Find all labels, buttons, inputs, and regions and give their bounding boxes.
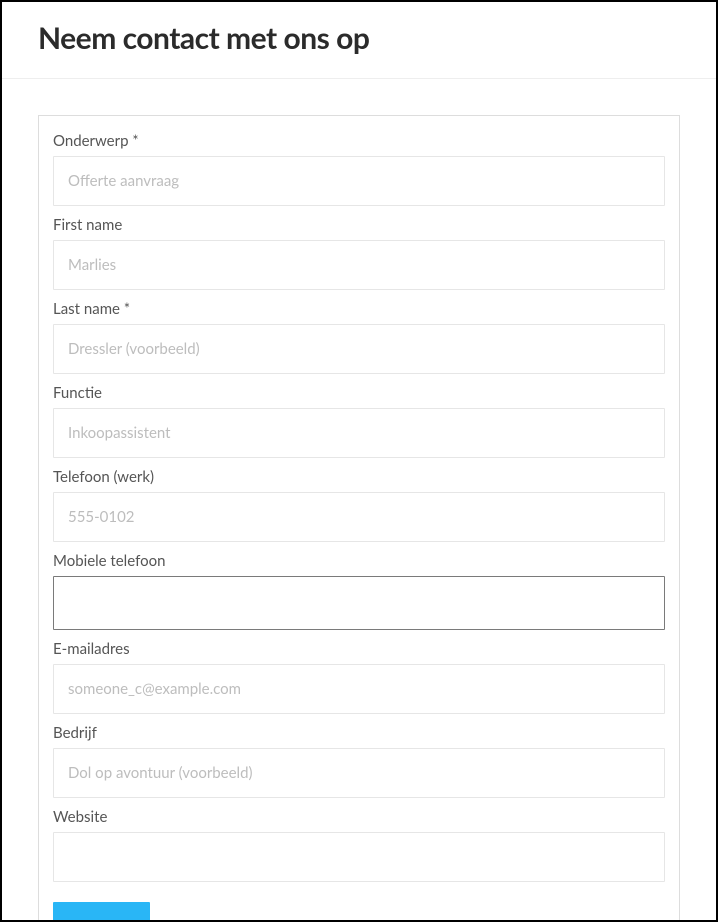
label-first-name: First name xyxy=(53,212,665,240)
submit-button[interactable]: Submit xyxy=(53,902,150,922)
page-title: Neem contact met ons op xyxy=(38,20,680,56)
input-email[interactable] xyxy=(53,664,665,714)
label-bedrijf: Bedrijf xyxy=(53,720,665,748)
form-group-telefoon-werk: Telefoon (werk) xyxy=(53,464,665,542)
label-last-name: Last name * xyxy=(53,296,665,324)
window-frame: Neem contact met ons op Onderwerp * Firs… xyxy=(0,0,718,922)
input-mobiele-telefoon[interactable] xyxy=(53,576,665,630)
page-header: Neem contact met ons op xyxy=(2,2,716,79)
label-mobiele-telefoon: Mobiele telefoon xyxy=(53,548,665,576)
input-last-name[interactable] xyxy=(53,324,665,374)
form-group-last-name: Last name * xyxy=(53,296,665,374)
label-email: E-mailadres xyxy=(53,636,665,664)
form-group-email: E-mailadres xyxy=(53,636,665,714)
contact-form: Onderwerp * First name Last name * Funct… xyxy=(38,115,680,922)
input-bedrijf[interactable] xyxy=(53,748,665,798)
form-group-mobiele-telefoon: Mobiele telefoon xyxy=(53,548,665,630)
input-first-name[interactable] xyxy=(53,240,665,290)
label-website: Website xyxy=(53,804,665,832)
form-group-website: Website xyxy=(53,804,665,882)
form-group-bedrijf: Bedrijf xyxy=(53,720,665,798)
label-onderwerp: Onderwerp * xyxy=(53,128,665,156)
form-group-first-name: First name xyxy=(53,212,665,290)
input-functie[interactable] xyxy=(53,408,665,458)
input-onderwerp[interactable] xyxy=(53,156,665,206)
input-telefoon-werk[interactable] xyxy=(53,492,665,542)
input-website[interactable] xyxy=(53,832,665,882)
form-group-functie: Functie xyxy=(53,380,665,458)
label-functie: Functie xyxy=(53,380,665,408)
label-telefoon-werk: Telefoon (werk) xyxy=(53,464,665,492)
form-group-onderwerp: Onderwerp * xyxy=(53,128,665,206)
content-area: Onderwerp * First name Last name * Funct… xyxy=(2,79,716,922)
